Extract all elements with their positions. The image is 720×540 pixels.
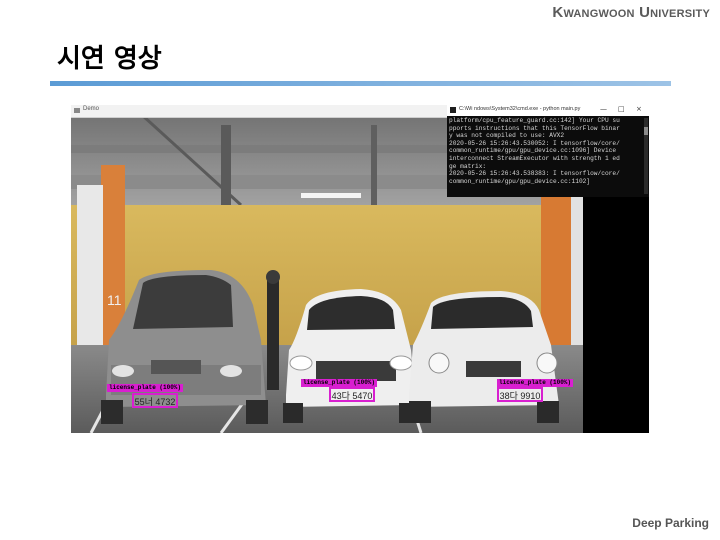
console-line: interconnect StreamExecutor with strengt… [449, 154, 620, 162]
console-line: 2020-05-26 15:26:43.538383: I tensorflow… [449, 170, 620, 178]
plate-number: 55너 4732 [134, 397, 176, 407]
maximize-button[interactable]: □ [618, 105, 625, 113]
console-title: C:\Wi ndows\System32\cmd.exe - python ma… [459, 106, 581, 112]
close-button[interactable]: × [636, 105, 642, 113]
console-window[interactable]: C:\Wi ndows\System32\cmd.exe - python ma… [447, 105, 649, 197]
console-line: pports instructions that this TensorFlow… [449, 124, 620, 132]
university-name: KWANGWOON UNIVERSITY [552, 4, 710, 21]
console-line: ge matrix: [449, 162, 487, 170]
svg-text:11: 11 [107, 292, 122, 308]
university-second-initial: U [639, 4, 651, 21]
console-line: common_runtime/gpu/gpu_device.cc:1096] D… [449, 147, 617, 155]
console-line: 2020-05-26 15:26:43.530052: I tensorflow… [449, 139, 620, 147]
console-line: platform/cpu_feature_guard.cc:142] Your … [449, 117, 620, 124]
terminal-icon [450, 107, 456, 113]
university-first-rest: WANGWOON [563, 8, 635, 20]
detection-label: license_plate (100%) [301, 379, 378, 387]
university-second-rest: NIVERSITY [650, 8, 710, 20]
app-icon [74, 108, 80, 113]
university-first-initial: K [552, 4, 564, 21]
console-line: y was not compiled to use: AVX2 [449, 132, 565, 140]
footer-label: Deep Parking [632, 516, 709, 530]
plate-number: 38다 9910 [499, 391, 541, 401]
console-scroll-thumb[interactable] [644, 127, 648, 135]
demo-window-titlebar[interactable]: Demo [71, 105, 447, 118]
console-titlebar[interactable]: C:\Wi ndows\System32\cmd.exe - python ma… [447, 105, 649, 116]
demo-window-title: Demo [83, 106, 100, 112]
detection-label: license_plate (100%) [107, 384, 184, 392]
title-underline [50, 81, 671, 86]
detection-label: license_plate (100%) [497, 379, 574, 387]
slide-title: 시연 영상 [57, 44, 162, 74]
plate-number: 43다 5470 [331, 391, 373, 401]
console-line: common_runtime/gpu/gpu_device.cc:1102] [449, 177, 591, 185]
console-output: platform/cpu_feature_guard.cc:142] Your … [449, 117, 639, 185]
minimize-button[interactable]: — [600, 105, 607, 113]
demo-video-frame[interactable]: 11 Demo C:\Wi ndows\System32\cmd.exe - p… [71, 105, 649, 433]
